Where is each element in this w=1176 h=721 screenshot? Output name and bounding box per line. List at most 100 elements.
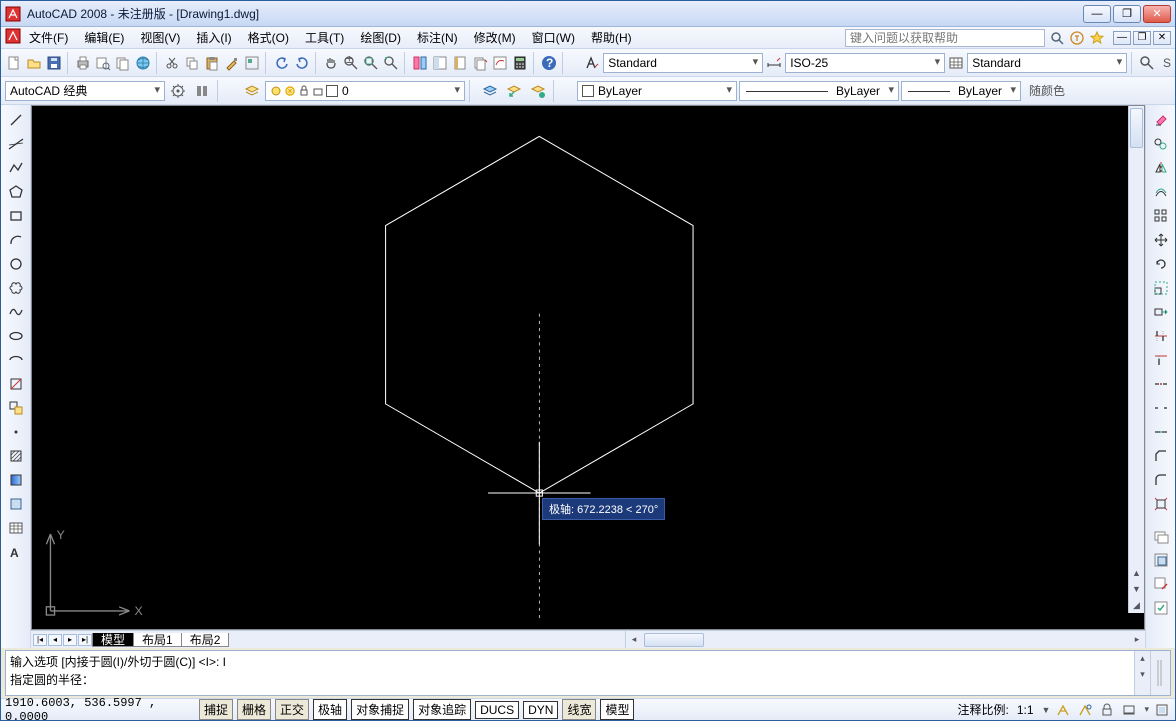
menu-format[interactable]: 格式(O)	[240, 27, 297, 48]
ftp-icon[interactable]	[134, 52, 152, 74]
status-lock-icon[interactable]	[1098, 701, 1116, 719]
menu-view[interactable]: 视图(V)	[132, 27, 188, 48]
horizontal-scrollbar[interactable]: ◂▸	[625, 631, 1145, 648]
move-icon[interactable]	[1150, 229, 1172, 251]
polygon-icon[interactable]	[5, 181, 27, 203]
doc-restore-button[interactable]: ❐	[1133, 31, 1151, 45]
cut-icon[interactable]	[163, 52, 181, 74]
dimstyle-icon[interactable]	[765, 52, 783, 74]
match-prop-icon[interactable]	[223, 52, 241, 74]
menu-draw[interactable]: 绘图(D)	[352, 27, 409, 48]
block-editor-icon[interactable]	[243, 52, 261, 74]
region-icon[interactable]	[5, 493, 27, 515]
toggle-snap[interactable]: 捕捉	[199, 699, 233, 720]
doc-close-button[interactable]: ✕	[1153, 31, 1171, 45]
menu-insert[interactable]: 插入(I)	[188, 27, 239, 48]
tab-nav-last[interactable]: ▸|	[78, 634, 92, 646]
help-search-input[interactable]: 键入问题以获取帮助	[845, 29, 1045, 47]
menu-modify[interactable]: 修改(M)	[466, 27, 524, 48]
doc-minimize-button[interactable]: —	[1113, 31, 1131, 45]
ellipse-icon[interactable]	[5, 325, 27, 347]
toggle-dyn[interactable]: DYN	[523, 701, 558, 719]
menu-help[interactable]: 帮助(H)	[583, 27, 640, 48]
paste-icon[interactable]	[203, 52, 221, 74]
ref-clip-icon[interactable]	[1150, 549, 1172, 571]
explode-icon[interactable]	[1150, 493, 1172, 515]
print-icon[interactable]	[74, 52, 92, 74]
menu-tools[interactable]: 工具(T)	[297, 27, 352, 48]
layer-iso-icon[interactable]	[527, 80, 549, 102]
circle-icon[interactable]	[5, 253, 27, 275]
ellipse-arc-icon[interactable]	[5, 349, 27, 371]
tab-nav-first[interactable]: |◂	[33, 634, 47, 646]
toggle-ortho[interactable]: 正交	[275, 699, 309, 720]
rotate-icon[interactable]	[1150, 253, 1172, 275]
anno-scale-value[interactable]: 1:1	[1017, 703, 1034, 717]
break-icon[interactable]	[1150, 397, 1172, 419]
minimize-button[interactable]: —	[1083, 5, 1111, 23]
polyline-icon[interactable]	[5, 157, 27, 179]
toggle-grid[interactable]: 栅格	[237, 699, 271, 720]
new-icon[interactable]	[5, 52, 23, 74]
ref-attach-icon[interactable]	[1150, 525, 1172, 547]
drawing-canvas[interactable]: Y X 极轴: 672.2238 < 270° ▲ ▼ ◢	[31, 105, 1145, 630]
maximize-button[interactable]: ❐	[1113, 5, 1141, 23]
ref-edit-icon[interactable]	[1150, 573, 1172, 595]
app-menu-icon[interactable]	[5, 28, 21, 47]
spline-icon[interactable]	[5, 301, 27, 323]
textstyle-icon[interactable]	[583, 52, 601, 74]
insert-block-icon[interactable]	[5, 373, 27, 395]
info-icon[interactable]	[1069, 30, 1085, 46]
undo-icon[interactable]	[273, 52, 291, 74]
workspace-save-icon[interactable]	[191, 80, 213, 102]
close-button[interactable]: ✕	[1143, 5, 1171, 23]
chamfer-icon[interactable]	[1150, 445, 1172, 467]
hatch-icon[interactable]	[5, 445, 27, 467]
layer-states-icon[interactable]	[479, 80, 501, 102]
extend-icon[interactable]	[1150, 349, 1172, 371]
layer-prev-icon[interactable]	[503, 80, 525, 102]
tool-palettes-icon[interactable]	[451, 52, 469, 74]
trim-icon[interactable]	[1150, 325, 1172, 347]
lineweight-combo[interactable]: ByLayer	[901, 81, 1021, 101]
tab-model[interactable]: 模型	[92, 633, 134, 647]
toggle-polar[interactable]: 极轴	[313, 699, 347, 720]
toggle-lwt[interactable]: 线宽	[562, 699, 596, 720]
refclose-icon[interactable]	[1150, 597, 1172, 619]
menu-window[interactable]: 窗口(W)	[524, 27, 583, 48]
text-style-combo[interactable]: Standard	[603, 53, 763, 73]
star-icon[interactable]	[1089, 30, 1105, 46]
tab-layout2[interactable]: 布局2	[181, 633, 230, 647]
status-tray-icon[interactable]	[1120, 701, 1138, 719]
toggle-model[interactable]: 模型	[600, 699, 634, 720]
table-icon[interactable]	[5, 517, 27, 539]
find-icon[interactable]	[1138, 52, 1156, 74]
publish-icon[interactable]	[114, 52, 132, 74]
clean-screen-icon[interactable]	[1153, 701, 1171, 719]
tab-nav-next[interactable]: ▸	[63, 634, 77, 646]
stretch-icon[interactable]	[1150, 301, 1172, 323]
quickcalc-icon[interactable]	[511, 52, 529, 74]
erase-icon[interactable]	[1150, 109, 1172, 131]
make-block-icon[interactable]	[5, 397, 27, 419]
offset-icon[interactable]	[1150, 181, 1172, 203]
cmd-scrollbar[interactable]: ▴▾	[1134, 651, 1150, 695]
search-icon[interactable]	[1049, 30, 1065, 46]
gradient-icon[interactable]	[5, 469, 27, 491]
menu-file[interactable]: 文件(F)	[21, 27, 76, 48]
workspace-combo[interactable]: AutoCAD 经典	[5, 81, 165, 101]
plot-preview-icon[interactable]	[94, 52, 112, 74]
tablestyle-icon[interactable]	[947, 52, 965, 74]
scale-icon[interactable]	[1150, 277, 1172, 299]
tab-nav-prev[interactable]: ◂	[48, 634, 62, 646]
linetype-combo[interactable]: ByLayer	[739, 81, 899, 101]
anno-autoscale-icon[interactable]	[1076, 701, 1094, 719]
vertical-scrollbar[interactable]: ▲ ▼ ◢	[1128, 106, 1144, 613]
sheet-set-icon[interactable]	[471, 52, 489, 74]
revcloud-icon[interactable]	[5, 277, 27, 299]
cmd-resize-handle[interactable]	[1150, 651, 1170, 695]
layer-manager-icon[interactable]	[241, 80, 263, 102]
layer-combo[interactable]: 0	[265, 81, 465, 101]
toggle-ducs[interactable]: DUCS	[475, 701, 519, 719]
copy-icon[interactable]	[183, 52, 201, 74]
